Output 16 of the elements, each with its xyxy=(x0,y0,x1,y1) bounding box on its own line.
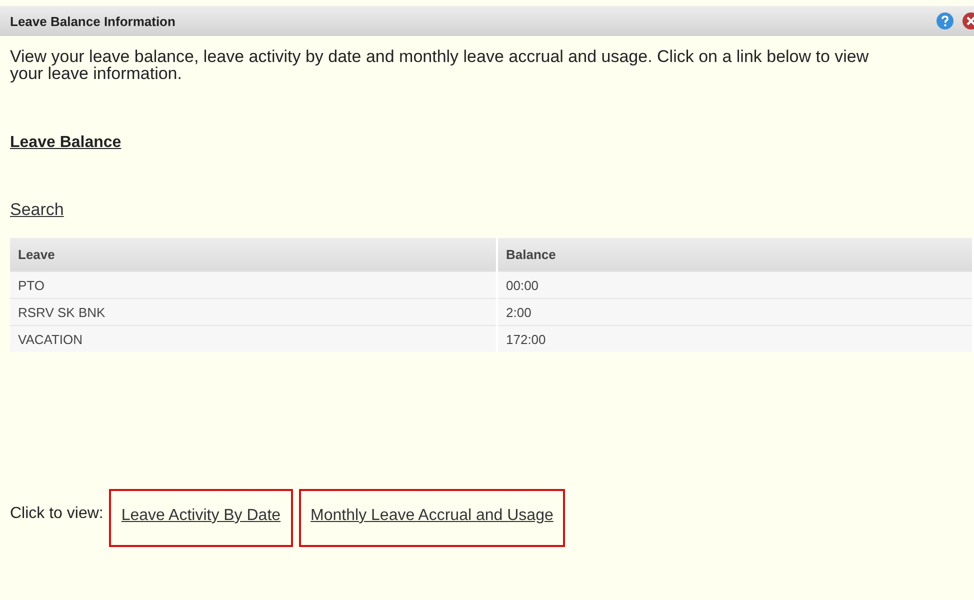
leave-balance-link[interactable]: Leave Balance xyxy=(10,134,122,152)
help-icon[interactable] xyxy=(936,12,954,30)
table-cell: RSRV SK BNK xyxy=(10,298,497,326)
column-header: Leave xyxy=(10,238,497,272)
view-link[interactable]: Leave Activity By Date xyxy=(109,489,293,547)
view-link[interactable]: Monthly Leave Accrual and Usage xyxy=(298,489,566,547)
window-title: Leave Balance Information xyxy=(10,14,176,28)
table-cell: PTO xyxy=(10,272,497,298)
table-cell: 2:00 xyxy=(497,298,973,326)
table-cell: 00:00 xyxy=(497,272,973,298)
column-header: Balance xyxy=(497,238,973,272)
table-cell: 172:00 xyxy=(497,326,973,352)
click-to-view-label: Click to view: xyxy=(10,504,104,523)
table-cell: VACATION xyxy=(10,326,497,352)
intro-text: View your leave balance, leave activity by date and monthly leave accrual and usage. Click on a link below to view your leave information. xyxy=(10,48,870,82)
search-link[interactable]: Search xyxy=(10,200,64,220)
